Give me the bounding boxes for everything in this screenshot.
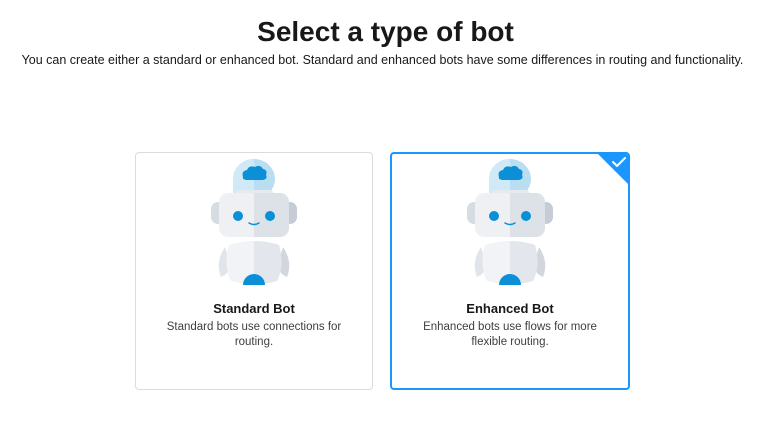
selected-check-icon — [598, 154, 628, 184]
bot-type-selection-page: Select a type of bot You can create eith… — [0, 0, 771, 443]
robot-icon — [211, 159, 297, 285]
option-description: Standard bots use connections for routin… — [166, 321, 342, 348]
option-description: Enhanced bots use flows for more flexibl… — [423, 321, 597, 348]
enhanced-bot-option-card[interactable]: Enhanced Bot Enhanced bots use flows for… — [390, 152, 630, 390]
option-title: Enhanced Bot — [466, 301, 554, 316]
robot-icon — [467, 159, 553, 285]
option-title: Standard Bot — [213, 301, 295, 316]
page-title: Select a type of bot — [257, 16, 514, 47]
page-subtitle: You can create either a standard or enha… — [21, 53, 744, 67]
standard-bot-option-card[interactable]: Standard Bot Standard bots use connectio… — [135, 152, 373, 390]
